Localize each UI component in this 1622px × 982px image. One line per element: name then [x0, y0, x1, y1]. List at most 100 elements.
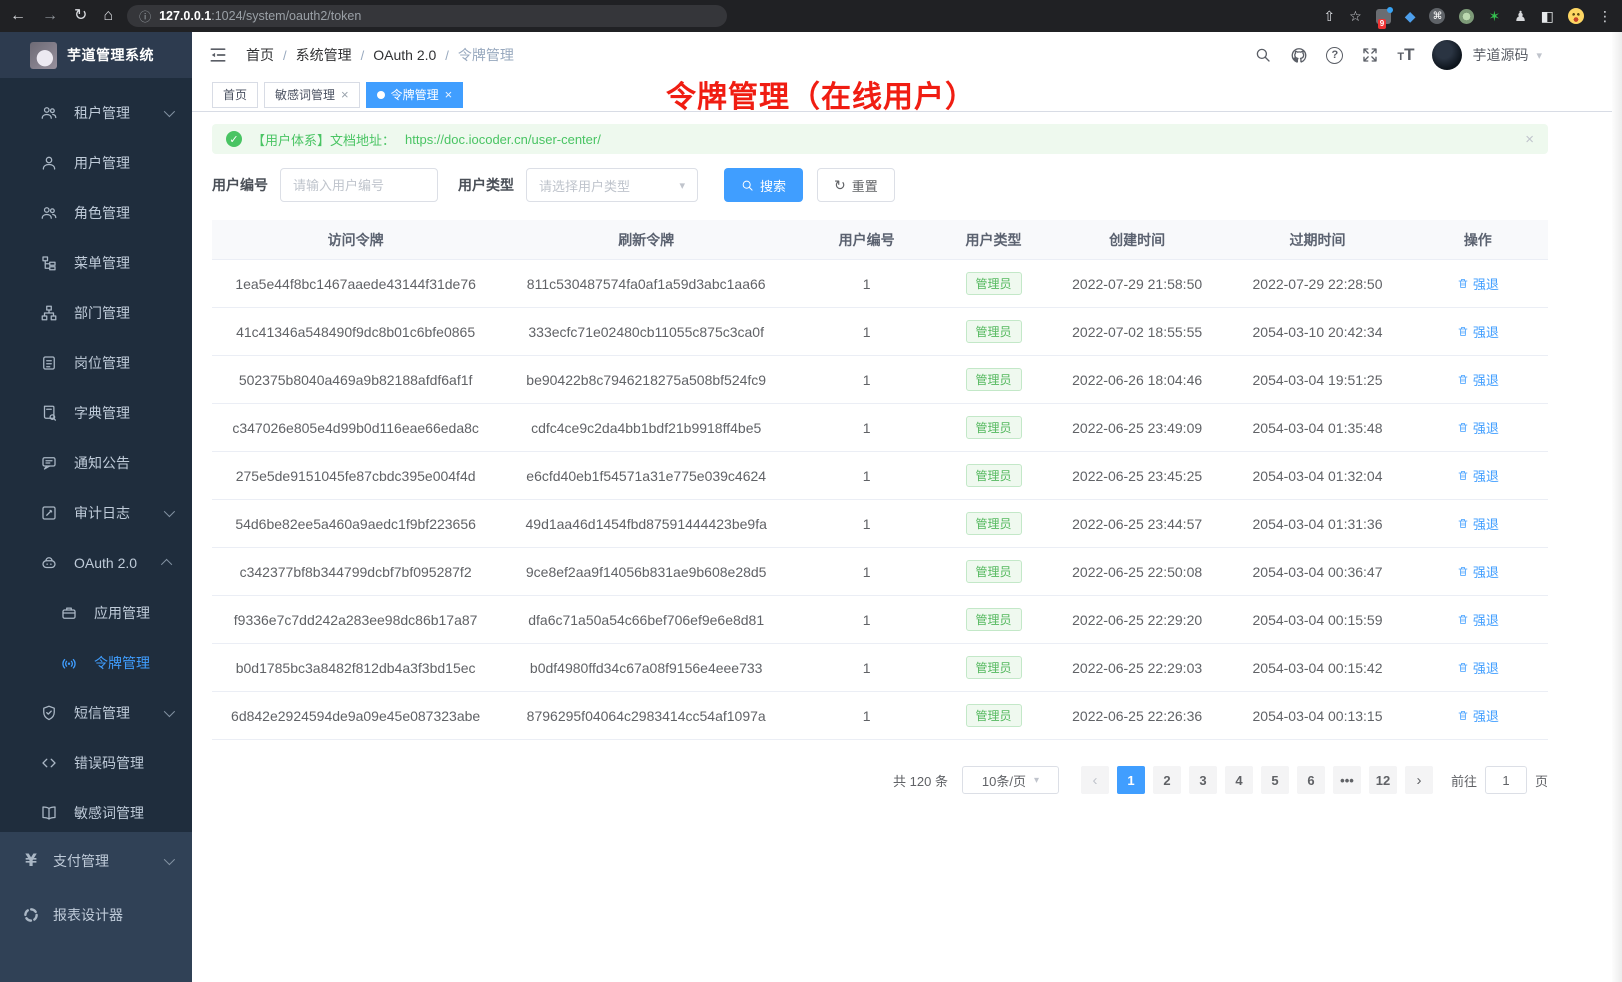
gem-extension-icon[interactable]: ◆ [1405, 8, 1416, 25]
tab-sensitive-words[interactable]: 敏感词管理× [264, 82, 360, 108]
success-check-icon: ✓ [226, 131, 242, 147]
page-button-2[interactable]: 2 [1153, 766, 1181, 794]
collapse-sidebar-icon[interactable] [208, 45, 228, 65]
back-icon[interactable]: ← [10, 8, 26, 24]
force-logout-button[interactable]: 强退 [1457, 562, 1499, 581]
sidebar-item-tenant[interactable]: 租户管理 [0, 88, 192, 138]
sidebar-item-oauth[interactable]: OAuth 2.0 [0, 538, 192, 588]
avatar[interactable] [1432, 40, 1462, 70]
breadcrumb-oauth[interactable]: OAuth 2.0 [373, 47, 436, 63]
next-page-button[interactable]: › [1405, 766, 1433, 794]
sidebar-item-post[interactable]: 岗位管理 [0, 338, 192, 388]
prev-page-button[interactable]: ‹ [1081, 766, 1109, 794]
user-type-cell: 管理员 [940, 368, 1047, 391]
pawn-extension-icon[interactable]: ♟ [1514, 8, 1527, 25]
page-button-12[interactable]: 12 [1369, 766, 1397, 794]
forward-icon[interactable]: → [42, 8, 58, 24]
font-size-icon[interactable]: TT [1397, 45, 1414, 65]
sidebar-item-menu[interactable]: 菜单管理 [0, 238, 192, 288]
sidebar-item-dept[interactable]: 部门管理 [0, 288, 192, 338]
page-scrollbar[interactable] [1612, 32, 1622, 982]
sidebar-item-user[interactable]: 用户管理 [0, 138, 192, 188]
force-logout-button[interactable]: 强退 [1457, 514, 1499, 533]
action-cell: 强退 [1408, 274, 1548, 293]
split-screen-extension-icon[interactable]: ◧ [1541, 8, 1554, 25]
user-type-cell: 管理员 [940, 464, 1047, 487]
sidebar-item-pay[interactable]: ¥ 支付管理 [0, 834, 192, 888]
page-button-5[interactable]: 5 [1261, 766, 1289, 794]
sidebar-item-sensitive[interactable]: 敏感词管理 [0, 788, 192, 838]
page-button-4[interactable]: 4 [1225, 766, 1253, 794]
expire-time-cell: 2054-03-04 00:36:47 [1227, 564, 1407, 580]
extension-icon[interactable]: 9 [1376, 9, 1391, 24]
reset-button[interactable]: ↻ 重置 [817, 168, 895, 202]
fullscreen-icon[interactable] [1361, 46, 1379, 64]
user-menu-caret-icon[interactable]: ▾ [1536, 49, 1542, 62]
sidebar-item-errorcode[interactable]: 错误码管理 [0, 738, 192, 788]
sidebar-item-label: 角色管理 [74, 203, 130, 223]
breadcrumb-system[interactable]: 系统管理 [296, 45, 352, 65]
force-logout-button[interactable]: 强退 [1457, 466, 1499, 485]
emoji-profile-icon[interactable] [1568, 8, 1584, 24]
github-icon[interactable] [1290, 46, 1308, 64]
force-logout-button[interactable]: 强退 [1457, 658, 1499, 677]
home-icon[interactable]: ⌂ [103, 8, 113, 24]
bookmark-star-icon[interactable]: ☆ [1349, 8, 1362, 25]
page-size-select[interactable]: 10条/页 ▾ [962, 766, 1059, 794]
tab-token[interactable]: 令牌管理× [366, 82, 464, 108]
breadcrumb-home[interactable]: 首页 [246, 45, 274, 65]
search-icon[interactable] [1254, 46, 1272, 64]
refresh-token-cell: cdfc4ce9c2da4bb1bdf21b9918ff4be5 [499, 420, 793, 436]
reload-icon[interactable]: ↻ [74, 8, 87, 24]
sidebar-item-notice[interactable]: 通知公告 [0, 438, 192, 488]
tab-close-icon[interactable]: × [341, 87, 349, 102]
logo-bar[interactable]: 芋道管理系统 [0, 32, 192, 78]
sidebar-item-role[interactable]: 角色管理 [0, 188, 192, 238]
page-ellipsis[interactable]: ••• [1333, 766, 1361, 794]
search-button[interactable]: 搜索 [724, 168, 803, 202]
access-token-cell: b0d1785bc3a8482f812db4a3f3bd15ec [212, 660, 499, 676]
user-type-tag: 管理员 [966, 512, 1022, 535]
force-logout-label: 强退 [1473, 562, 1499, 581]
app-title: 芋道管理系统 [67, 45, 154, 65]
user-type-select[interactable]: 请选择用户类型 ▾ [526, 168, 698, 202]
table-header-row: 访问令牌 刷新令牌 用户编号 用户类型 创建时间 过期时间 操作 [212, 220, 1548, 260]
force-logout-button[interactable]: 强退 [1457, 274, 1499, 293]
site-info-icon[interactable]: ⓘ [139, 8, 151, 25]
green-star-extension-icon[interactable]: ✶ [1488, 8, 1500, 25]
force-logout-button[interactable]: 强退 [1457, 706, 1499, 725]
address-bar[interactable]: ⓘ 127.0.0.1:1024/system/oauth2/token [127, 5, 727, 27]
sidebar-item-oauth-token[interactable]: 令牌管理 [0, 638, 192, 688]
sidebar-item-dict[interactable]: 字典管理 [0, 388, 192, 438]
action-cell: 强退 [1408, 418, 1548, 437]
force-logout-button[interactable]: 强退 [1457, 610, 1499, 629]
force-logout-button[interactable]: 强退 [1457, 322, 1499, 341]
sidebar-item-report[interactable]: 报表设计器 [0, 888, 192, 942]
page-button-3[interactable]: 3 [1189, 766, 1217, 794]
force-logout-button[interactable]: 强退 [1457, 418, 1499, 437]
goto-page-input[interactable] [1485, 766, 1527, 794]
user-id-cell: 1 [793, 276, 940, 292]
page-button-6[interactable]: 6 [1297, 766, 1325, 794]
help-icon[interactable]: ? [1326, 47, 1343, 64]
alert-close-icon[interactable]: × [1525, 131, 1534, 148]
doc-link[interactable]: https://doc.iocoder.cn/user-center/ [405, 132, 601, 147]
col-create-time: 创建时间 [1047, 230, 1227, 250]
url-text[interactable]: 127.0.0.1:1024/system/oauth2/token [159, 9, 361, 23]
sidebar-item-sms[interactable]: 短信管理 [0, 688, 192, 738]
sidebar-item-oauth-app[interactable]: 应用管理 [0, 588, 192, 638]
green-circle-extension-icon[interactable] [1459, 9, 1474, 24]
sidebar-item-audit[interactable]: 审计日志 [0, 488, 192, 538]
force-logout-button[interactable]: 强退 [1457, 370, 1499, 389]
username[interactable]: 芋道源码 [1472, 45, 1528, 65]
browser-chrome: ← → ↻ ⌂ ⓘ 127.0.0.1:1024/system/oauth2/t… [0, 0, 1622, 32]
user-id-input[interactable] [280, 168, 438, 202]
browser-menu-icon[interactable]: ⋮ [1598, 8, 1612, 25]
tab-close-icon[interactable]: × [445, 87, 453, 102]
share-icon[interactable]: ⇧ [1323, 8, 1335, 25]
command-extension-icon[interactable]: ⌘ [1429, 8, 1445, 24]
page-button-1[interactable]: 1 [1117, 766, 1145, 794]
table-row: c347026e805e4d99b0d116eae66eda8c cdfc4ce… [212, 404, 1548, 452]
force-logout-label: 强退 [1473, 514, 1499, 533]
tab-home[interactable]: 首页 [212, 82, 258, 108]
